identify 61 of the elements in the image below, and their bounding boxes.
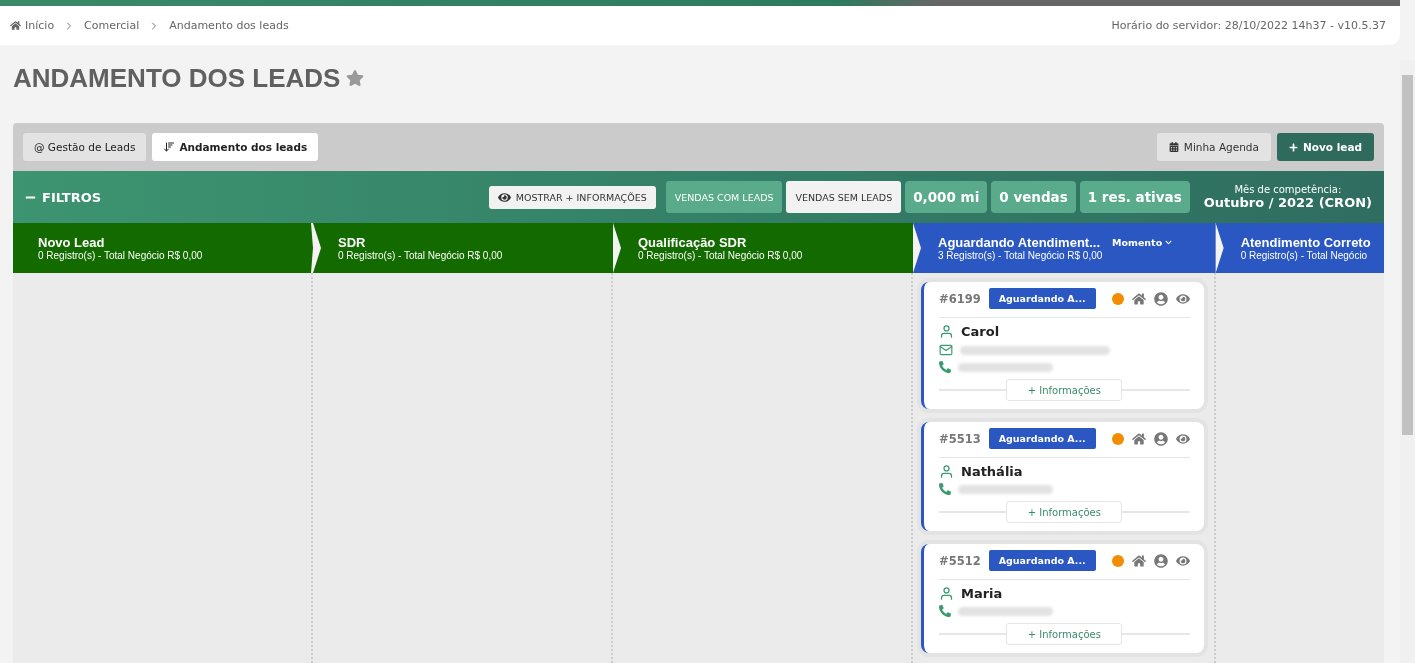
plus-icon: [1288, 142, 1298, 152]
lead-id: #5513: [939, 431, 981, 446]
status-badge: Aguardando A...: [988, 288, 1096, 309]
calendar-icon: [1168, 142, 1179, 152]
stage-name: Qualificação SDR: [638, 235, 747, 250]
server-time: Horário do servidor: 28/10/2022 14h37 - v10.5.37: [1111, 19, 1386, 32]
page-title: ANDAMENTO DOS LEADS: [13, 62, 341, 94]
stage-summary: 0 Registro(s) - Total Negócio: [1240, 250, 1369, 261]
stage-name: SDR: [338, 235, 366, 250]
stage-name: Atendimento Correto: [1240, 235, 1371, 250]
more-info-button[interactable]: + Informações: [1006, 501, 1123, 523]
filters-toggle[interactable]: FILTROS: [25, 189, 102, 205]
breadcrumb-link[interactable]: Andamento dos leads: [169, 19, 289, 32]
sales-mode-button[interactable]: VENDAS SEM LEADS: [786, 181, 902, 213]
scrollbar-thumb[interactable]: [1402, 75, 1413, 435]
home-icon[interactable]: [1131, 291, 1146, 306]
stage-summary: 3 Registro(s) - Total Negócio R$ 0,00: [938, 250, 1104, 261]
stage-name: Aguardando Atendiment...: [938, 235, 1101, 250]
phone-icon: [939, 605, 951, 617]
new-lead-button[interactable]: Novo lead: [1276, 133, 1374, 161]
tab[interactable]: Andamento dos leads: [152, 133, 319, 161]
stat-badge: 0 vendas: [991, 181, 1076, 213]
phone-icon: [939, 483, 951, 495]
lead-name: Nathália: [961, 464, 1023, 479]
sort-icon: [163, 141, 176, 153]
phone-icon: [939, 361, 951, 373]
tab[interactable]: @ Gestão de Leads: [23, 133, 147, 161]
more-info-button[interactable]: MOSTRAR + INFORMAÇÕES: [488, 185, 656, 209]
stage-summary: 0 Registro(s) - Total Negócio R$ 0,00: [638, 250, 804, 261]
period-label: Mês de competência:: [1234, 184, 1342, 195]
home-icon: [10, 20, 21, 31]
eye-icon: [497, 190, 511, 204]
more-info-button[interactable]: + Informações: [1006, 379, 1123, 401]
agenda-button[interactable]: Minha Agenda: [1156, 133, 1271, 161]
lead-id: #5512: [939, 553, 981, 568]
lead-id: #6199: [939, 291, 981, 306]
person-icon: [939, 464, 954, 479]
stage-summary: 0 Registro(s) - Total Negócio R$ 0,00: [38, 250, 204, 261]
period-value: Outubro / 2022 (CRON): [1203, 195, 1372, 210]
status-badge: Aguardando A...: [988, 428, 1096, 449]
eye-icon[interactable]: [1175, 553, 1190, 568]
envelope-icon: [939, 343, 953, 357]
lead-name: Maria: [961, 586, 1003, 601]
stat-badge: 0,000 mi: [905, 181, 988, 213]
person-icon: [939, 324, 954, 339]
home-icon[interactable]: [1131, 553, 1146, 568]
status-badge: Aguardando A...: [988, 550, 1096, 571]
eye-icon[interactable]: [1175, 431, 1190, 446]
sort-dropdown[interactable]: Momento: [1112, 237, 1173, 248]
breadcrumb-link[interactable]: Início: [10, 19, 55, 32]
home-icon[interactable]: [1131, 431, 1146, 446]
stage-summary: 0 Registro(s) - Total Negócio R$ 0,00: [338, 250, 504, 261]
lead-name: Carol: [961, 324, 1000, 339]
eye-icon[interactable]: [1175, 291, 1190, 306]
person-icon: [939, 586, 954, 601]
stage-name: Novo Lead: [38, 235, 105, 250]
breadcrumb-link[interactable]: Comercial: [84, 19, 140, 32]
more-info-button[interactable]: + Informações: [1006, 623, 1123, 645]
caret-icon: [1165, 239, 1173, 246]
star-icon[interactable]: [346, 69, 365, 87]
stat-badge: 1 res. ativas: [1079, 181, 1190, 213]
